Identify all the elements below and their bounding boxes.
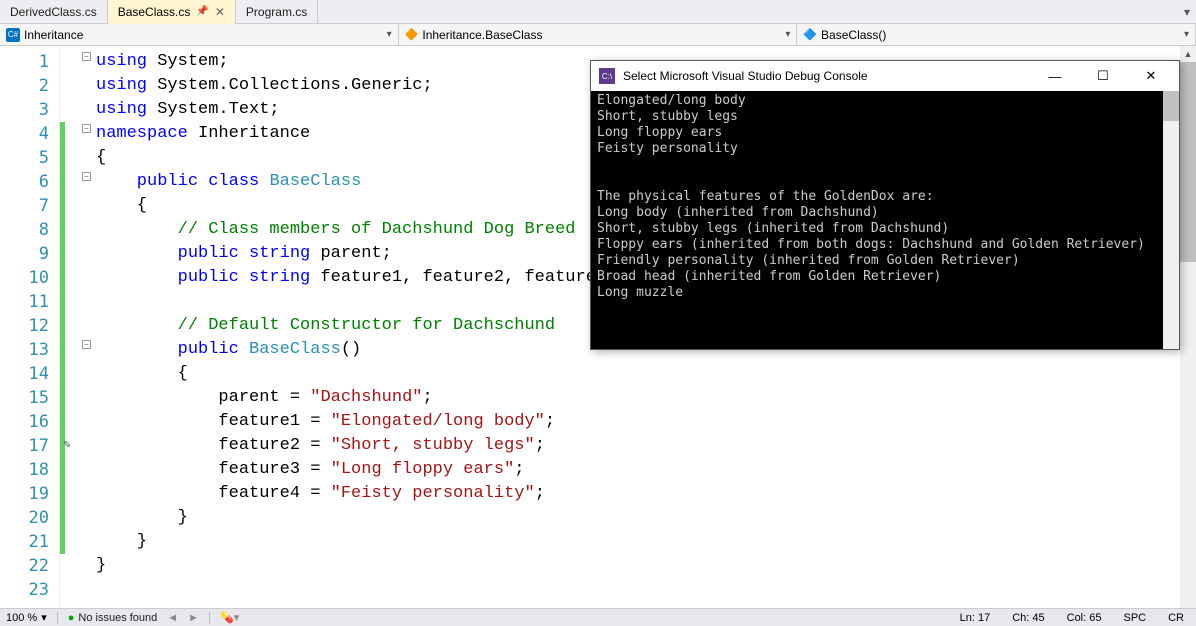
tab-label: BaseClass.cs xyxy=(118,0,191,24)
console-output[interactable]: Elongated/long body Short, stubby legs L… xyxy=(591,91,1179,349)
nav-next-icon[interactable]: ► xyxy=(188,612,199,624)
tab-derivedclass[interactable]: DerivedClass.cs xyxy=(0,0,108,24)
class-icon: 🔶 xyxy=(405,28,419,41)
tab-label: DerivedClass.cs xyxy=(10,0,97,24)
fold-toggle[interactable]: − xyxy=(82,172,91,181)
chevron-down-icon[interactable]: ▾ xyxy=(1184,29,1189,40)
tab-baseclass[interactable]: BaseClass.cs 📌 ✕ xyxy=(108,0,236,24)
tab-program[interactable]: Program.cs xyxy=(236,0,318,24)
console-scrollbar[interactable] xyxy=(1163,91,1179,349)
debug-console-window[interactable]: C:\ Select Microsoft Visual Studio Debug… xyxy=(590,60,1180,350)
vertical-scrollbar[interactable]: ▲ xyxy=(1180,46,1196,608)
zoom-level[interactable]: 100 % ▾ xyxy=(6,611,47,624)
nav-breadcrumb: C# Inheritance ▾ 🔶 Inheritance.BaseClass… xyxy=(0,24,1196,46)
close-icon[interactable]: ✕ xyxy=(215,0,225,24)
pin-icon[interactable]: 📌 xyxy=(196,0,208,24)
change-indicator xyxy=(60,50,65,578)
crumb-label: BaseClass() xyxy=(821,28,886,42)
maximize-button[interactable]: ☐ xyxy=(1083,64,1123,88)
nav-prev-icon[interactable]: ◄ xyxy=(167,612,178,624)
line-number-gutter: 1234567891011121314151617181920212223 xyxy=(0,46,60,608)
console-title-text: Select Microsoft Visual Studio Debug Con… xyxy=(623,69,1027,83)
csharp-icon: C# xyxy=(6,28,20,42)
scrollbar-thumb[interactable] xyxy=(1180,62,1196,262)
scroll-up-icon[interactable]: ▲ xyxy=(1180,46,1196,62)
tab-label: Program.cs xyxy=(246,0,307,24)
chevron-down-icon[interactable]: ▾ xyxy=(387,29,392,40)
issues-indicator[interactable]: ● No issues found xyxy=(68,612,158,624)
status-char[interactable]: Ch: 45 xyxy=(1006,612,1050,624)
fold-toggle[interactable]: − xyxy=(82,124,91,133)
fold-toggle[interactable]: − xyxy=(82,52,91,61)
status-bar: 100 % ▾ ● No issues found ◄ ► 💊▾ Ln: 17 … xyxy=(0,608,1196,626)
console-text: Elongated/long body Short, stubby legs L… xyxy=(597,93,1145,300)
status-spaces[interactable]: SPC xyxy=(1117,612,1152,624)
minimize-button[interactable]: — xyxy=(1035,64,1075,88)
health-icon[interactable]: 💊▾ xyxy=(220,611,239,624)
crumb-label: Inheritance xyxy=(24,28,83,42)
status-col[interactable]: Col: 65 xyxy=(1061,612,1108,624)
crumb-class[interactable]: 🔶 Inheritance.BaseClass ▾ xyxy=(399,24,798,45)
console-titlebar[interactable]: C:\ Select Microsoft Visual Studio Debug… xyxy=(591,61,1179,91)
status-line[interactable]: Ln: 17 xyxy=(954,612,997,624)
crumb-label: Inheritance.BaseClass xyxy=(422,28,542,42)
crumb-namespace[interactable]: C# Inheritance ▾ xyxy=(0,24,399,45)
crumb-method[interactable]: 🔷 BaseClass() ▾ xyxy=(797,24,1196,45)
close-button[interactable]: ✕ xyxy=(1131,64,1171,88)
document-tab-bar: DerivedClass.cs BaseClass.cs 📌 ✕ Program… xyxy=(0,0,1196,24)
console-icon: C:\ xyxy=(599,68,615,84)
method-icon: 🔷 xyxy=(803,28,817,41)
chevron-down-icon[interactable]: ▾ xyxy=(41,611,47,624)
fold-toggle[interactable]: − xyxy=(82,340,91,349)
check-icon: ● xyxy=(68,612,75,624)
status-lineending[interactable]: CR xyxy=(1162,612,1190,624)
edit-pencil-icon: ✎ xyxy=(63,440,71,451)
chevron-down-icon[interactable]: ▾ xyxy=(785,29,790,40)
tabs-dropdown-icon[interactable]: ▾ xyxy=(1178,5,1196,19)
scrollbar-thumb[interactable] xyxy=(1163,91,1179,121)
